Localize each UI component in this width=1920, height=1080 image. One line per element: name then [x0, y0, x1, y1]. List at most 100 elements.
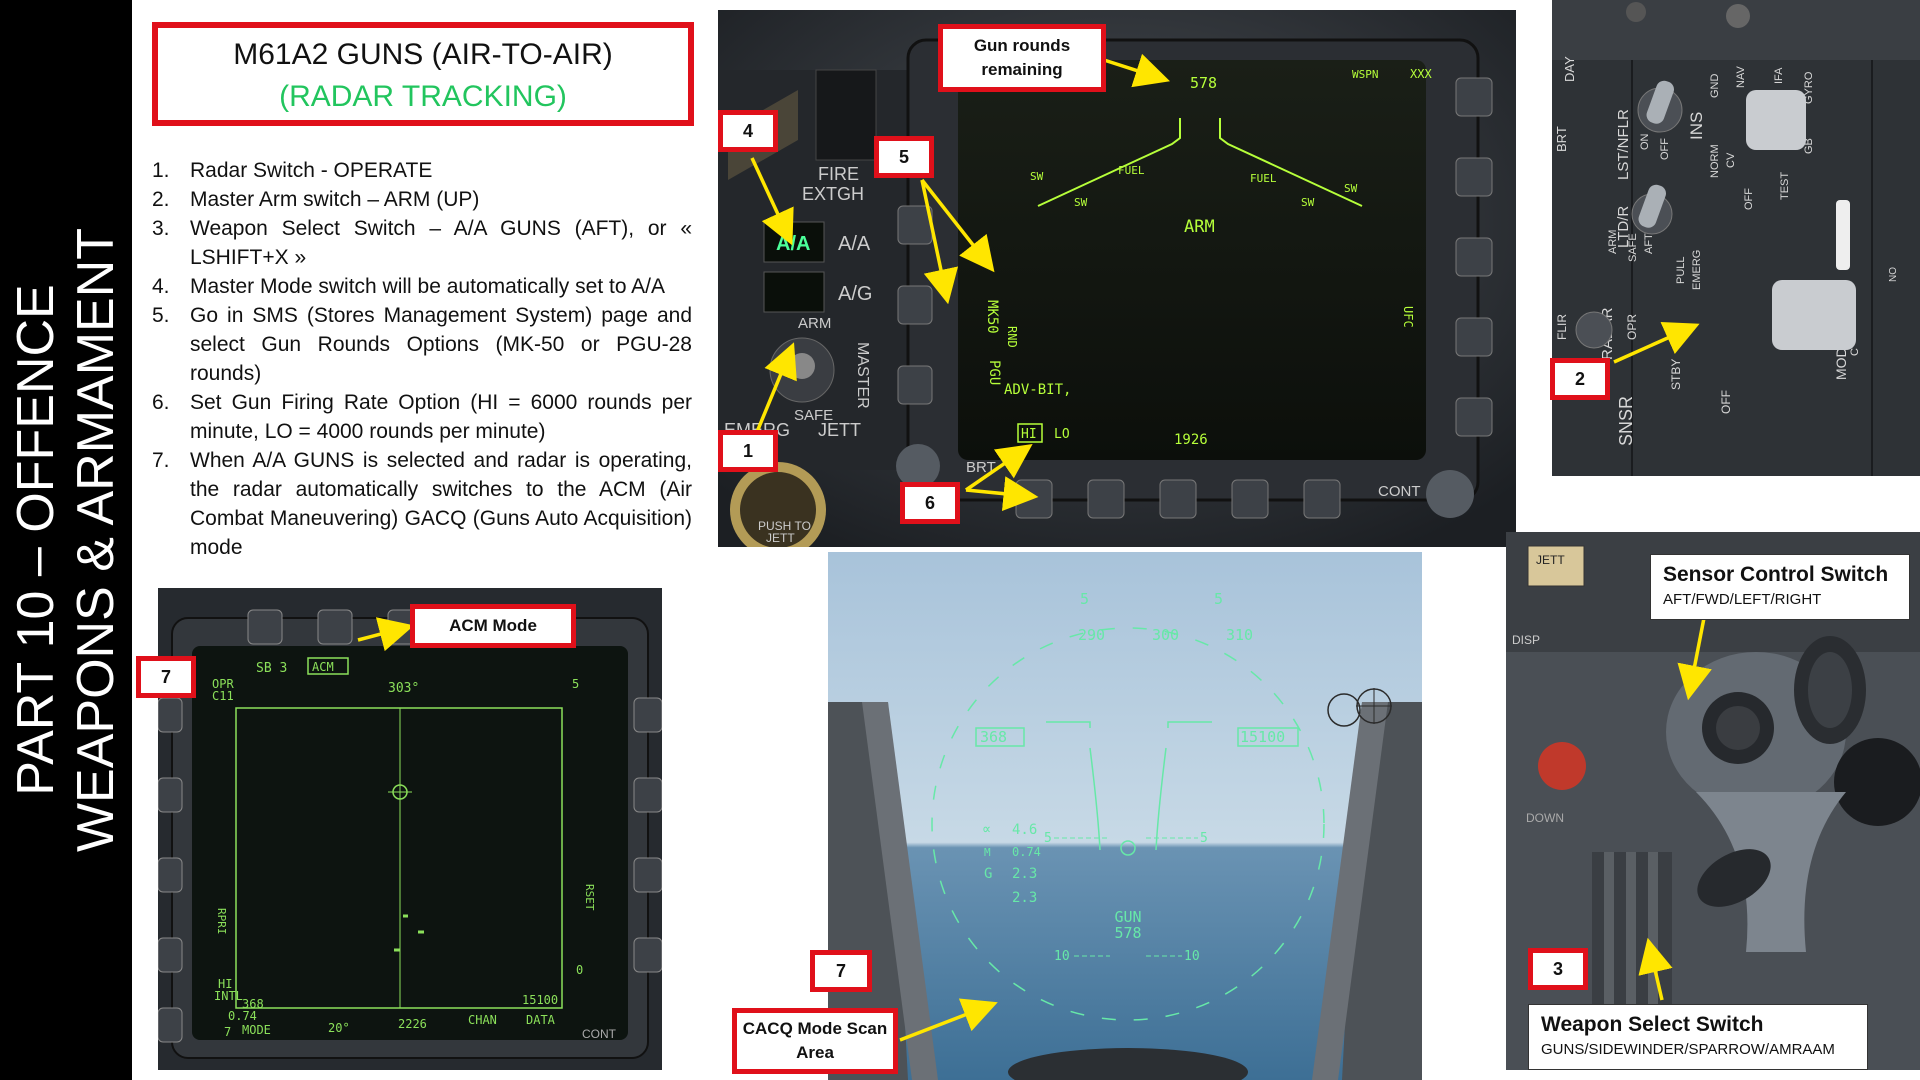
g-max-readout: 2.3: [1012, 890, 1037, 906]
altitude-readout: 15100: [1240, 728, 1285, 746]
red-button[interactable]: [1538, 742, 1586, 790]
step-text: When A/A GUNS is selected and radar is o…: [190, 449, 692, 559]
sb-label: SB 3: [256, 661, 287, 676]
intl-label: INTL: [214, 989, 243, 1003]
emerg-label: EMERG: [1691, 250, 1703, 290]
step-number: 3.: [152, 217, 170, 240]
osb-button[interactable]: [247, 609, 283, 645]
off-label: OFF: [1659, 138, 1671, 160]
rnd-label: RND: [1005, 326, 1019, 348]
osb-button[interactable]: [1455, 157, 1493, 197]
osb-button[interactable]: [158, 1007, 183, 1043]
osb-button[interactable]: [1455, 397, 1493, 437]
acm-mode-callout: ACM Mode: [410, 604, 576, 648]
callout-7-hud: 7: [810, 950, 872, 992]
mach-readout: 0.74: [228, 1009, 257, 1023]
gun-rounds-readout: 578: [1190, 74, 1217, 92]
list-item: 4. Master Mode switch will be automatical…: [152, 272, 692, 301]
station-label: FUEL: [1118, 164, 1145, 177]
heading-310: 310: [1226, 626, 1253, 644]
callout-5: 5: [874, 136, 934, 178]
ag-label: A/G: [838, 283, 872, 305]
pitch-5-right: 5: [1214, 590, 1223, 608]
mach-label: M: [984, 846, 991, 859]
flir-label: FLIR: [1555, 314, 1569, 340]
osb-button[interactable]: [633, 937, 662, 973]
test-label: TEST: [1779, 172, 1791, 200]
osb-button[interactable]: [317, 609, 353, 645]
callout-6: 6: [900, 482, 960, 524]
master-label: MASTER: [854, 342, 871, 409]
brt-label: BRT: [1554, 126, 1569, 152]
opr-label: OPR: [1625, 314, 1639, 340]
step-text: Weapon Select Switch – A/A GUNS (AFT), o…: [190, 217, 692, 269]
ins-label: INS: [1687, 112, 1706, 140]
step-text: Master Arm switch – ARM (UP): [190, 188, 480, 211]
osb-button[interactable]: [1303, 479, 1341, 519]
step-number: 7.: [152, 449, 170, 472]
cont-label: CONT: [1378, 483, 1421, 500]
jett2-label: JETT: [766, 531, 795, 545]
osb-button[interactable]: [1455, 237, 1493, 277]
step-text: Go in SMS (Stores Management System) pag…: [190, 304, 692, 385]
list-item: 5. Go in SMS (Stores Management System) p…: [152, 301, 692, 388]
radar-knob[interactable]: [1772, 280, 1856, 350]
gun-rounds-readout: 578: [1114, 924, 1141, 942]
pitch-5-left: 5: [1080, 590, 1089, 608]
xxx-label: XXX: [1410, 67, 1432, 81]
sensor-switch-panel: DAY BRT LST/NFLR ON OFF INS GND NORM CV …: [1552, 0, 1920, 476]
list-item: 7. When A/A GUNS is selected and radar is…: [152, 446, 692, 562]
ifa-label: IFA: [1773, 67, 1785, 84]
weapon-select-caption: Weapon Select Switch GUNS/SIDEWINDER/SPA…: [1528, 1004, 1868, 1070]
off3-label: OFF: [1719, 390, 1733, 414]
caption-subtitle: AFT/FWD/LEFT/RIGHT: [1663, 591, 1822, 608]
osb-button[interactable]: [633, 697, 662, 733]
osb-button[interactable]: [897, 205, 933, 245]
range-0-label: 0: [576, 963, 583, 977]
osb-button[interactable]: [1087, 479, 1125, 519]
wpn-label: WSPN: [1352, 68, 1379, 81]
extgh-label: EXTGH: [802, 184, 864, 204]
c11-label: C11: [212, 689, 234, 703]
jett-label: JETT: [818, 420, 861, 440]
cont-knob[interactable]: [1426, 470, 1474, 518]
osb-button[interactable]: [1455, 317, 1493, 357]
value-1926: 1926: [1174, 432, 1208, 448]
heading-290: 290: [1078, 626, 1105, 644]
ag-indicator-light: [763, 271, 825, 313]
safe-label: SAFE: [1627, 233, 1639, 262]
pull-label: PULL: [1675, 256, 1687, 284]
osb-button[interactable]: [633, 857, 662, 893]
osb-button[interactable]: [158, 697, 183, 733]
ufc-label: UFC: [1401, 306, 1415, 328]
callout-4: 4: [718, 110, 778, 152]
osb-button[interactable]: [1159, 479, 1197, 519]
c-label: C: [1849, 348, 1861, 356]
flir-toggle[interactable]: [1575, 311, 1613, 349]
osb-button[interactable]: [1455, 77, 1493, 117]
osb-button[interactable]: [897, 285, 933, 325]
brt-label: BRT: [966, 459, 996, 476]
heading-readout: 303°: [388, 681, 419, 696]
section-title: PART 10 – OFFENCE WEAPONS & ARMAMENT: [6, 228, 126, 852]
arm-label: ARM: [1607, 230, 1619, 254]
osb-button[interactable]: [158, 777, 183, 813]
gnd-label: GND: [1709, 74, 1721, 99]
aoa-readout: 4.6: [1012, 822, 1037, 838]
ins-knob[interactable]: [1746, 90, 1806, 150]
arm-switch-label: ARM: [798, 315, 831, 332]
acm-label: ACM: [312, 660, 334, 674]
osb-button[interactable]: [633, 777, 662, 813]
osb-button[interactable]: [1015, 479, 1053, 519]
aa-label: A/A: [838, 233, 871, 255]
osb-button[interactable]: [158, 937, 183, 973]
hi-rate-option: HI: [1021, 427, 1037, 442]
osb-button[interactable]: [897, 365, 933, 405]
osb-button[interactable]: [1231, 479, 1269, 519]
osb-button[interactable]: [158, 857, 183, 893]
adv-bit-label: ADV-BIT,: [1004, 382, 1071, 398]
mode-label: MODE: [242, 1023, 271, 1037]
aa-light-label: A/A: [776, 233, 810, 255]
jett-label: JETT: [1536, 553, 1565, 567]
chan-label: CHAN: [468, 1013, 497, 1027]
